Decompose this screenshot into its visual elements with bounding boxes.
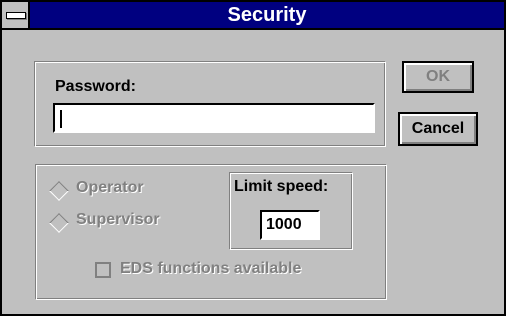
password-label: Password: xyxy=(55,78,136,95)
system-menu-icon xyxy=(6,12,26,19)
operator-label: Operator xyxy=(76,179,144,196)
ok-button[interactable]: OK xyxy=(402,61,474,93)
supervisor-label: Supervisor xyxy=(76,211,160,228)
window-title: Security xyxy=(227,4,307,26)
password-field[interactable] xyxy=(53,103,375,133)
text-caret xyxy=(60,110,62,128)
system-menu-button[interactable] xyxy=(2,2,30,28)
title-bar[interactable]: Security xyxy=(2,2,504,30)
limit-speed-input[interactable]: 1000 xyxy=(260,210,320,240)
eds-functions-checkbox[interactable] xyxy=(95,262,111,278)
eds-functions-label: EDS functions available xyxy=(120,260,302,277)
limit-speed-label: Limit speed: xyxy=(234,178,329,195)
cancel-button[interactable]: Cancel xyxy=(398,112,478,146)
security-dialog: Security Password: OK Cancel Operator Su… xyxy=(0,0,506,316)
